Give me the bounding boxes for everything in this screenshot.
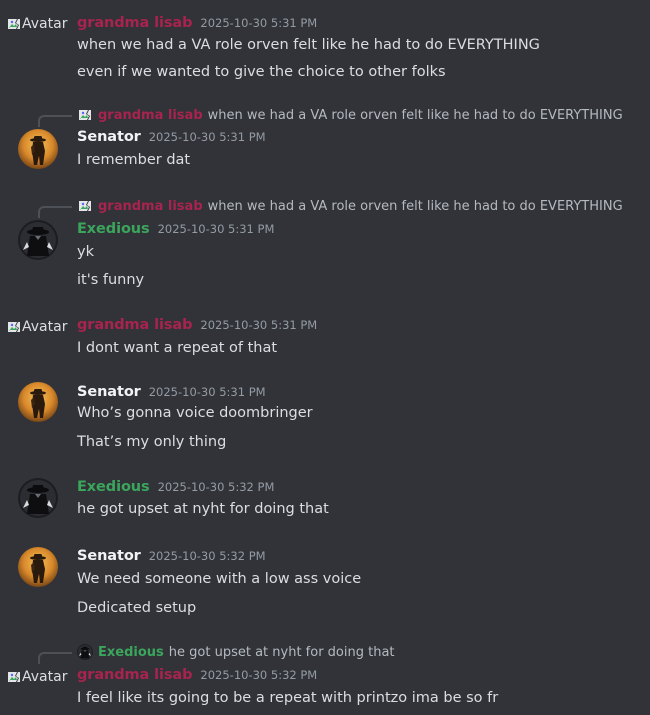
timestamp[interactable]: 2025-10-30 5:32 PM	[158, 480, 275, 494]
username[interactable]: grandma lisab	[77, 15, 193, 31]
username[interactable]: Senator	[77, 384, 141, 400]
reply-avatar	[77, 198, 93, 214]
timestamp[interactable]: 2025-10-30 5:31 PM	[149, 385, 266, 399]
avatar[interactable]: Avatar	[6, 319, 67, 335]
timestamp[interactable]: 2025-10-30 5:31 PM	[200, 16, 317, 30]
username[interactable]: grandma lisab	[77, 317, 193, 333]
message-text: I dont want a repeat of that	[77, 340, 278, 356]
reply-reference[interactable]: grandma lisab when we had a VA role orve…	[77, 198, 623, 214]
reply-connector	[38, 652, 72, 664]
message-text: it's funny	[77, 272, 145, 288]
reply-avatar	[77, 644, 93, 660]
message-text: even if we wanted to give the choice to …	[77, 64, 446, 80]
broken-image-icon	[6, 319, 22, 335]
reply-username[interactable]: Exedious	[98, 645, 164, 660]
broken-image-icon	[77, 107, 93, 123]
timestamp[interactable]: 2025-10-30 5:31 PM	[200, 318, 317, 332]
username[interactable]: Senator	[77, 129, 141, 145]
avatar-alt-text: Avatar	[22, 16, 68, 32]
timestamp[interactable]: 2025-10-30 5:31 PM	[158, 222, 275, 236]
timestamp[interactable]: 2025-10-30 5:32 PM	[200, 668, 317, 682]
avatar-alt-text: Avatar	[22, 319, 68, 335]
reply-avatar	[77, 107, 93, 123]
avatar[interactable]	[18, 547, 58, 587]
exedious-avatar-image	[18, 478, 58, 518]
username[interactable]: Exedious	[77, 479, 150, 495]
username[interactable]: grandma lisab	[77, 667, 193, 683]
message-text: he got upset at nyht for doing that	[77, 501, 329, 517]
reply-text[interactable]: he got upset at nyht for doing that	[169, 645, 395, 660]
broken-image-icon	[77, 198, 93, 214]
reply-text[interactable]: when we had a VA role orven felt like he…	[208, 108, 623, 123]
reply-reference[interactable]: Exedious he got upset at nyht for doing …	[77, 644, 395, 660]
message-text: That’s my only thing	[77, 434, 227, 450]
broken-image-icon	[6, 16, 22, 32]
avatar[interactable]	[18, 129, 58, 169]
broken-image-icon	[6, 669, 22, 685]
senator-avatar-image	[18, 547, 58, 587]
username[interactable]: Senator	[77, 548, 141, 564]
senator-avatar-image	[18, 129, 58, 169]
chat-messages-list: Avatar grandma lisab 2025-10-30 5:31 PM …	[0, 0, 650, 715]
avatar-alt-text: Avatar	[22, 669, 68, 685]
message-text: when we had a VA role orven felt like he…	[77, 37, 540, 53]
reply-text[interactable]: when we had a VA role orven felt like he…	[208, 199, 623, 214]
message-text: yk	[77, 244, 94, 260]
timestamp[interactable]: 2025-10-30 5:32 PM	[149, 549, 266, 563]
avatar[interactable]	[18, 220, 58, 260]
exedious-avatar-image	[18, 220, 58, 260]
timestamp[interactable]: 2025-10-30 5:31 PM	[149, 130, 266, 144]
message-text: I feel like its going to be a repeat wit…	[77, 690, 499, 706]
reply-reference[interactable]: grandma lisab when we had a VA role orve…	[77, 107, 623, 123]
reply-connector	[38, 115, 72, 127]
avatar[interactable]	[18, 382, 58, 422]
exedious-avatar-image	[77, 644, 93, 660]
avatar[interactable]: Avatar	[6, 669, 67, 685]
message-text: I remember dat	[77, 152, 191, 168]
senator-avatar-image	[18, 382, 58, 422]
reply-username[interactable]: grandma lisab	[98, 108, 203, 123]
message-text: We need someone with a low ass voice	[77, 571, 362, 587]
avatar[interactable]: Avatar	[6, 16, 67, 32]
message-text: Dedicated setup	[77, 600, 197, 616]
message-text: Who’s gonna voice doombringer	[77, 405, 313, 421]
reply-username[interactable]: grandma lisab	[98, 199, 203, 214]
username[interactable]: Exedious	[77, 221, 150, 237]
reply-connector	[38, 206, 72, 218]
avatar[interactable]	[18, 478, 58, 518]
